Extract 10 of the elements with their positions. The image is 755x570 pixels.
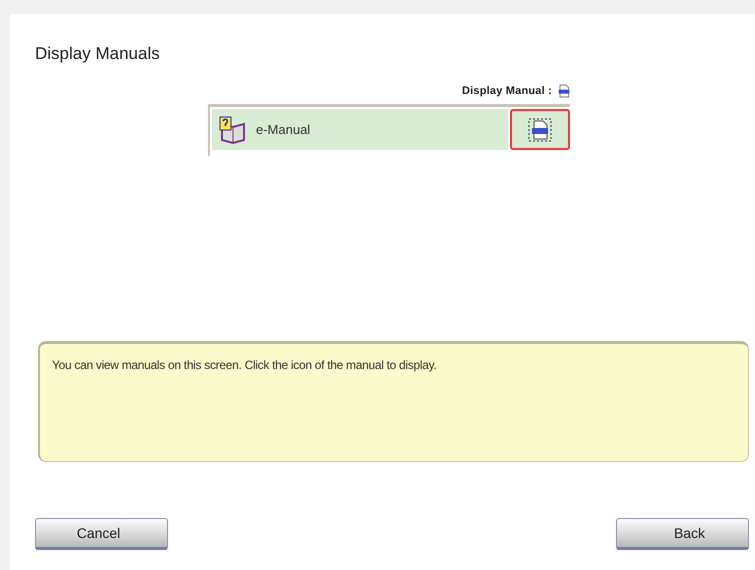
info-message: You can view manuals on this screen. Click the icon of the manual to display.	[52, 358, 438, 372]
back-button[interactable]: Back	[616, 518, 749, 550]
manual-open-cell[interactable]	[510, 109, 570, 150]
html-document-icon	[556, 82, 572, 100]
help-book-icon	[218, 116, 248, 144]
cancel-button[interactable]: Cancel	[35, 518, 168, 550]
page-title: Display Manuals	[35, 44, 161, 64]
html-document-icon[interactable]	[528, 118, 552, 142]
manual-name: e-Manual	[256, 122, 310, 137]
legend-label: Display Manual :	[462, 85, 552, 97]
